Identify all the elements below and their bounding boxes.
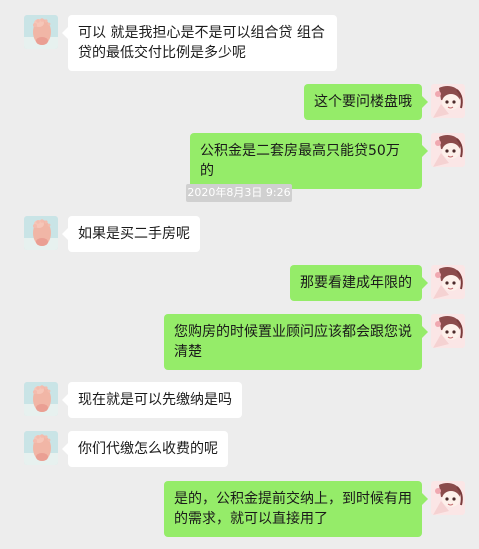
contact-avatar[interactable] (24, 216, 58, 250)
message-bubble-incoming[interactable]: 你们代缴怎么收费的呢 (62, 431, 228, 467)
baby-foot-avatar-icon (24, 382, 58, 416)
message-bubble-incoming[interactable]: 可以 就是我担心是不是可以组合贷 组合贷的最低交付比例是多少呢 (62, 15, 337, 71)
message-text: 可以 就是我担心是不是可以组合贷 组合贷的最低交付比例是多少呢 (78, 25, 325, 61)
user-avatar[interactable] (431, 265, 465, 299)
message-bubble-incoming[interactable]: 现在就是可以先缴纳是吗 (62, 382, 242, 418)
anime-avatar-icon (431, 133, 465, 167)
contact-avatar[interactable] (24, 431, 58, 465)
message-bubble-incoming[interactable]: 如果是买二手房呢 (62, 216, 200, 252)
message-text: 是的，公积金提前交纳上，到时候有用的需求，就可以直接用了 (174, 491, 412, 527)
contact-avatar[interactable] (24, 15, 58, 49)
message-bubble-outgoing[interactable]: 那要看建成年限的 (290, 265, 428, 301)
message-text: 那要看建成年限的 (300, 275, 412, 291)
message-text: 公积金是二套房最高只能贷50万的 (200, 143, 400, 179)
anime-avatar-icon (431, 84, 465, 118)
chat-timestamp: 2020年8月3日 9:26 (186, 184, 292, 202)
user-avatar[interactable] (431, 481, 465, 515)
message-text: 你们代缴怎么收费的呢 (78, 441, 218, 457)
message-bubble-outgoing[interactable]: 您购房的时候置业顾问应该都会跟您说清楚 (164, 314, 428, 370)
message-text: 这个要问楼盘哦 (314, 94, 412, 110)
anime-avatar-icon (431, 481, 465, 515)
contact-avatar[interactable] (24, 382, 58, 416)
user-avatar[interactable] (431, 314, 465, 348)
user-avatar[interactable] (431, 133, 465, 167)
message-text: 如果是买二手房呢 (78, 226, 190, 242)
message-bubble-outgoing[interactable]: 是的，公积金提前交纳上，到时候有用的需求，就可以直接用了 (164, 481, 428, 537)
message-bubble-outgoing[interactable]: 公积金是二套房最高只能贷50万的 (190, 133, 428, 189)
message-bubble-outgoing[interactable]: 这个要问楼盘哦 (304, 84, 428, 120)
anime-avatar-icon (431, 314, 465, 348)
message-text: 现在就是可以先缴纳是吗 (78, 392, 232, 408)
message-text: 您购房的时候置业顾问应该都会跟您说清楚 (174, 324, 412, 360)
baby-foot-avatar-icon (24, 431, 58, 465)
baby-foot-avatar-icon (24, 15, 58, 49)
baby-foot-avatar-icon (24, 216, 58, 250)
user-avatar[interactable] (431, 84, 465, 118)
anime-avatar-icon (431, 265, 465, 299)
